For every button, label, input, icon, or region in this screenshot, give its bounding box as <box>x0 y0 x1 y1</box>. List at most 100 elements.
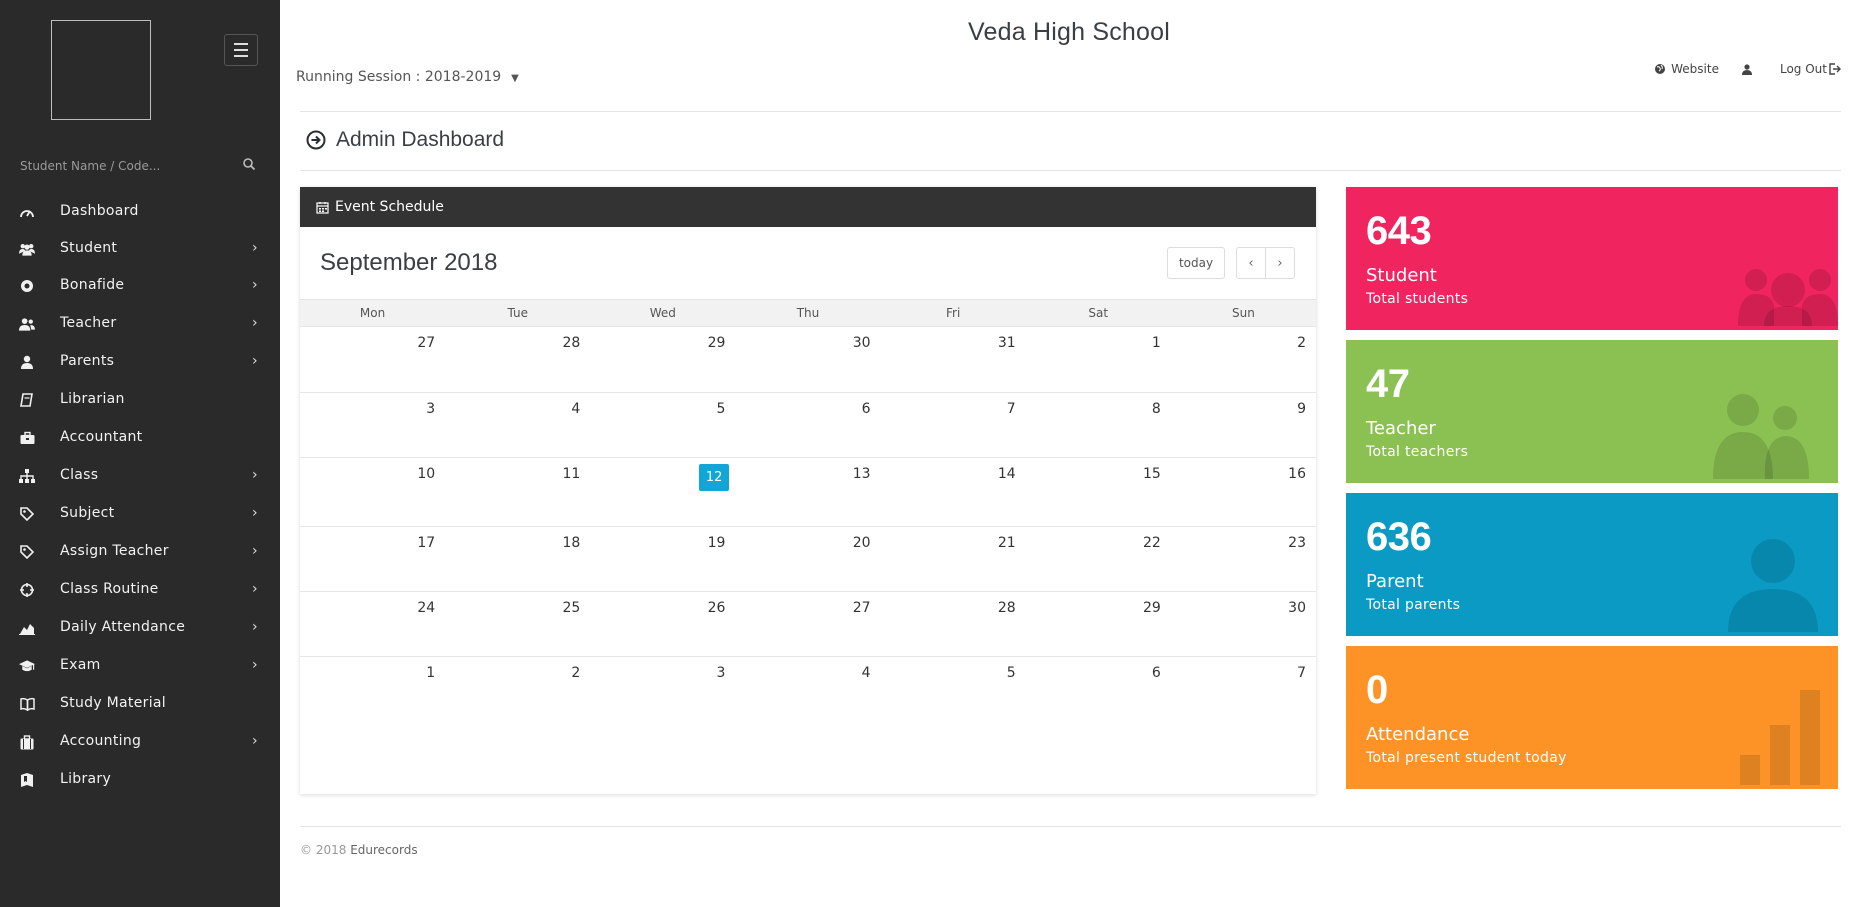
calendar-day-cell[interactable]: 26 <box>590 592 735 656</box>
calendar-day-number: 3 <box>716 665 726 681</box>
calendar-day-cell[interactable]: 8 <box>1026 393 1171 457</box>
sidebar-item-teacher[interactable]: Teacher › <box>0 302 280 340</box>
sidebar-item-subject[interactable]: Subject › <box>0 492 280 530</box>
calendar-day-number: 16 <box>1288 466 1306 482</box>
panel-header: Event Schedule <box>300 187 1316 227</box>
sidebar-item-study-material[interactable]: Study Material <box>0 682 280 720</box>
calendar-day-cell[interactable]: 4 <box>735 657 880 723</box>
calendar-day-cell[interactable]: 29 <box>1026 592 1171 656</box>
calendar-day-cell[interactable]: 6 <box>1026 657 1171 723</box>
calendar-day-cell[interactable]: 2 <box>1171 327 1316 392</box>
stat-label: Parent <box>1366 571 1424 592</box>
profile-link[interactable] <box>1741 63 1758 75</box>
sidebar-item-label: Teacher <box>60 315 117 331</box>
calendar-day-cell[interactable]: 28 <box>881 592 1026 656</box>
calendar-day-cell[interactable]: 10 <box>300 458 445 526</box>
logout-link[interactable]: Log Out <box>1780 62 1841 76</box>
day-of-week-header: Mon Tue Wed Thu Fri Sat Sun <box>300 299 1316 327</box>
calendar-day-cell[interactable]: 25 <box>445 592 590 656</box>
calendar-day-cell[interactable]: 5 <box>881 657 1026 723</box>
calendar-day-cell[interactable]: 16 <box>1171 458 1316 526</box>
sidebar-item-label: Subject <box>60 505 115 521</box>
sidebar-item-dashboard[interactable]: Dashboard <box>0 190 280 227</box>
sidebar-item-student[interactable]: Student › <box>0 227 280 264</box>
sidebar-item-library[interactable]: Library <box>0 758 280 796</box>
page-title: Admin Dashboard <box>336 128 505 151</box>
sidebar-item-accounting[interactable]: Accounting › <box>0 720 280 758</box>
calendar-day-cell[interactable]: 7 <box>1171 657 1316 723</box>
calendar-day-cell[interactable]: 27 <box>300 327 445 392</box>
calendar-day-number: 27 <box>417 335 436 351</box>
calendar-day-number: 3 <box>426 401 436 417</box>
calendar-day-cell[interactable]: 12 <box>590 458 735 526</box>
calendar-day-cell[interactable]: 31 <box>881 327 1026 392</box>
today-button[interactable]: today <box>1167 247 1225 279</box>
calendar-day-cell[interactable]: 18 <box>445 527 590 591</box>
sidebar-item-class[interactable]: Class › <box>0 454 280 492</box>
calendar-day-cell[interactable]: 6 <box>735 393 880 457</box>
calendar-day-cell[interactable]: 17 <box>300 527 445 591</box>
day-of-week-sun: Sun <box>1232 306 1255 320</box>
calendar-day-cell[interactable]: 28 <box>445 327 590 392</box>
chevron-right-icon: › <box>252 543 258 559</box>
search-icon[interactable] <box>242 156 258 172</box>
sidebar-item-parents[interactable]: Parents › <box>0 340 280 378</box>
day-of-week-thu: Thu <box>796 306 820 320</box>
website-link-label: Website <box>1671 62 1719 76</box>
student-search-input[interactable] <box>20 154 220 178</box>
calendar-day-cell[interactable]: 2 <box>445 657 590 723</box>
sidebar-item-label: Librarian <box>60 391 125 407</box>
prev-month-button[interactable]: ‹ <box>1236 247 1266 279</box>
stat-card-attendance[interactable]: 0 Attendance Total present student today <box>1346 646 1838 789</box>
calendar-day-cell[interactable]: 20 <box>735 527 880 591</box>
footer-brand-link[interactable]: Edurecords <box>350 843 417 857</box>
stat-card-student[interactable]: 643 Student Total students <box>1346 187 1838 330</box>
calendar-day-cell[interactable]: 7 <box>881 393 1026 457</box>
website-link[interactable]: Website <box>1654 62 1719 76</box>
calendar-day-number: 4 <box>571 401 581 417</box>
calendar-day-cell[interactable]: 19 <box>590 527 735 591</box>
calendar-day-cell[interactable]: 30 <box>1171 592 1316 656</box>
session-selector[interactable]: Running Session : 2018-2019 ▼ <box>296 69 519 85</box>
sidebar-item-daily-attendance[interactable]: Daily Attendance › <box>0 606 280 644</box>
calendar-day-cell[interactable]: 23 <box>1171 527 1316 591</box>
sidebar-item-exam[interactable]: Exam › <box>0 644 280 682</box>
calendar-day-cell[interactable]: 3 <box>590 657 735 723</box>
stat-card-teacher[interactable]: 47 Teacher Total teachers <box>1346 340 1838 483</box>
calendar-day-cell[interactable]: 1 <box>1026 327 1171 392</box>
calendar-day-cell[interactable]: 21 <box>881 527 1026 591</box>
calendar-month-title: September 2018 <box>320 249 498 276</box>
calendar-day-number: 7 <box>1006 401 1016 417</box>
calendar-day-cell[interactable]: 1 <box>300 657 445 723</box>
sidebar-item-accountant[interactable]: Accountant <box>0 416 280 454</box>
calendar-day-number: 13 <box>852 466 871 482</box>
calendar-day-cell[interactable]: 15 <box>1026 458 1171 526</box>
calendar-day-cell[interactable]: 11 <box>445 458 590 526</box>
calendar-grid: 27 28 29 30 31 1 2 3 4 5 6 7 8 9 10 11 12 13 14 15 16 17 18 19 2… <box>300 327 1316 723</box>
calendar-day-cell[interactable]: 29 <box>590 327 735 392</box>
next-month-button[interactable]: › <box>1265 247 1295 279</box>
calendar-day-cell[interactable]: 24 <box>300 592 445 656</box>
calendar-day-cell[interactable]: 30 <box>735 327 880 392</box>
sidebar-item-bonafide[interactable]: Bonafide › <box>0 264 280 302</box>
calendar-day-cell[interactable]: 14 <box>881 458 1026 526</box>
calendar-day-cell[interactable]: 13 <box>735 458 880 526</box>
page-header: Admin Dashboard <box>306 128 504 152</box>
calendar-day-cell[interactable]: 9 <box>1171 393 1316 457</box>
sidebar-item-class-routine[interactable]: Class Routine › <box>0 568 280 606</box>
sidebar-item-librarian[interactable]: Librarian <box>0 378 280 416</box>
calendar-day-cell[interactable]: 5 <box>590 393 735 457</box>
calendar-day-cell[interactable]: 22 <box>1026 527 1171 591</box>
calendar-day-cell[interactable]: 4 <box>445 393 590 457</box>
chevron-right-icon: › <box>252 733 258 749</box>
calendar-day-cell[interactable]: 27 <box>735 592 880 656</box>
calendar-day-number: 26 <box>707 600 726 616</box>
title-divider <box>300 170 1841 171</box>
calendar-week-row: 1 2 3 4 5 6 7 <box>300 657 1316 723</box>
calendar-day-cell[interactable]: 3 <box>300 393 445 457</box>
sidebar: DashboardStudent›Bonafide› Teacher › Parent… <box>0 0 280 907</box>
sidebar-item-label: Class Routine <box>60 581 159 597</box>
sidebar-item-assign-teacher[interactable]: Assign Teacher › <box>0 530 280 568</box>
chevron-right-icon: › <box>252 315 258 331</box>
stat-card-parent[interactable]: 636 Parent Total parents <box>1346 493 1838 636</box>
